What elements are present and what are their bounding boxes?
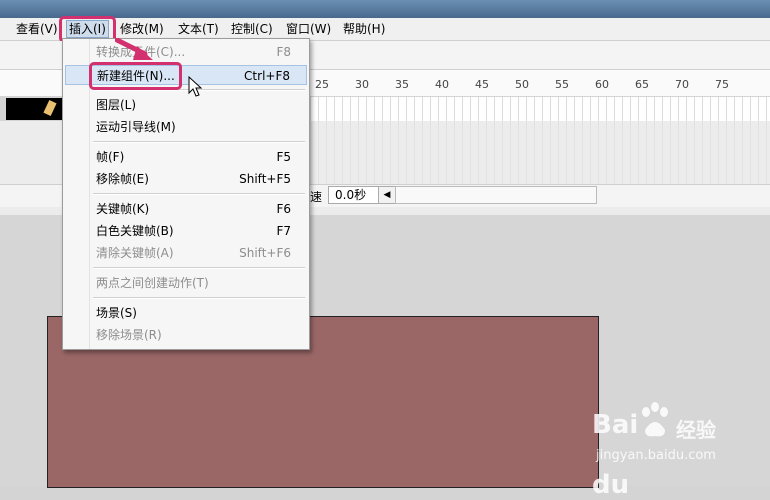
menu-item-keyframe[interactable]: 关键帧(K) F6 <box>63 199 309 219</box>
menu-item-convert-to-symbol[interactable]: 转换成元件(C)... F8 <box>63 42 309 62</box>
menu-separator <box>93 141 305 143</box>
ruler-number: 25 <box>315 78 329 91</box>
new-symbol-highlight <box>89 62 182 90</box>
menu-item-remove-scene[interactable]: 移除场景(R) <box>63 325 309 345</box>
menu-item-motion-guide[interactable]: 运动引导线(M) <box>63 117 309 137</box>
menu-window[interactable]: 窗口(W) <box>284 21 333 37</box>
menu-modify[interactable]: 修改(M) <box>118 21 166 37</box>
menu-item-frame[interactable]: 帧(F) F5 <box>63 147 309 167</box>
watermark-url: jingyan.baidu.com <box>596 448 716 463</box>
ruler-number: 55 <box>555 78 569 91</box>
menu-separator <box>93 267 305 269</box>
menu-item-layer[interactable]: 图层(L) <box>63 95 309 115</box>
ruler-number: 45 <box>475 78 489 91</box>
watermark-cn: 经验 <box>676 418 716 442</box>
ruler-number: 70 <box>675 78 689 91</box>
menu-item-scene[interactable]: 场景(S) <box>63 303 309 323</box>
menu-help[interactable]: 帮助(H) <box>341 21 387 37</box>
ruler-number: 65 <box>635 78 649 91</box>
horizontal-scrollbar[interactable] <box>395 186 597 204</box>
ruler-number: 50 <box>515 78 529 91</box>
elapsed-time-field: 0.0秒 <box>328 186 382 204</box>
menu-separator <box>93 297 305 299</box>
frame-rate-label: 速 <box>310 190 323 204</box>
menu-item-remove-frame[interactable]: 移除帧(E) Shift+F5 <box>63 169 309 189</box>
scroll-left-arrow-icon[interactable]: ◀ <box>378 186 396 204</box>
ruler-number: 75 <box>715 78 729 91</box>
ruler-number: 60 <box>595 78 609 91</box>
timeline-frames[interactable] <box>310 97 770 121</box>
menu-text[interactable]: 文本(T) <box>176 21 221 37</box>
menu-view[interactable]: 查看(V) <box>14 21 60 37</box>
mouse-cursor-icon <box>188 76 203 97</box>
title-bar <box>0 0 770 18</box>
menu-item-clear-keyframe[interactable]: 清除关键帧(A) Shift+F6 <box>63 243 309 263</box>
menu-item-create-motion-tween[interactable]: 两点之间创建动作(T) <box>63 273 309 293</box>
menu-separator <box>93 193 305 195</box>
ruler-number: 30 <box>355 78 369 91</box>
menu-item-blank-keyframe[interactable]: 白色关键帧(B) F7 <box>63 221 309 241</box>
ruler-number: 40 <box>435 78 449 91</box>
paw-icon <box>642 402 668 437</box>
pointer-arrow-icon <box>115 38 153 60</box>
ruler-number: 35 <box>395 78 409 91</box>
menu-control[interactable]: 控制(C) <box>229 21 275 37</box>
